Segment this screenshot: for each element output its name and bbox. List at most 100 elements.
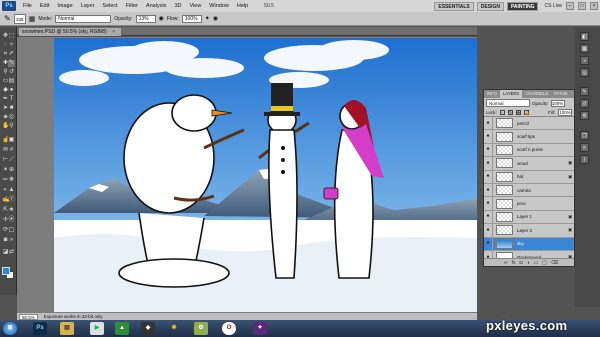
- brush-tool-icon[interactable]: ✎: [4, 14, 11, 23]
- zoom-level-readout[interactable]: 50.5: [264, 3, 274, 9]
- slice-tool-icon[interactable]: ⟋: [8, 157, 15, 164]
- maximize-icon[interactable]: □: [578, 2, 586, 10]
- new-layer-icon[interactable]: ▢: [542, 260, 547, 266]
- masks-panel-icon[interactable]: ◎: [580, 68, 589, 77]
- visibility-eye-icon[interactable]: ●: [484, 170, 493, 184]
- app-taskbar-icon[interactable]: ✦: [253, 322, 267, 335]
- fill-input[interactable]: 100%: [558, 108, 572, 116]
- workspace-painting[interactable]: PAINTING: [506, 1, 539, 11]
- lock-position-icon[interactable]: ✥: [515, 109, 521, 115]
- layer-row-pencil[interactable]: ● pencil: [484, 116, 574, 131]
- visibility-eye-icon[interactable]: ●: [484, 183, 493, 197]
- flow-input[interactable]: 100%: [181, 14, 202, 23]
- menu-analysis[interactable]: Analysis: [142, 3, 170, 9]
- layers-panel-icon[interactable]: ❐: [580, 131, 589, 140]
- quick-select-tool-icon[interactable]: ✧: [8, 42, 15, 49]
- photoshop-taskbar-icon[interactable]: Ps: [33, 322, 47, 335]
- link-layers-icon[interactable]: ∞: [504, 260, 508, 266]
- lock-all-icon[interactable]: 🔒: [523, 109, 530, 115]
- tab-paths[interactable]: PATHS: [551, 90, 570, 98]
- brush-size-picker[interactable]: 335: [13, 13, 26, 24]
- airbrush-icon[interactable]: ✦: [205, 15, 210, 22]
- tab-channels[interactable]: CHANNELS: [522, 90, 551, 98]
- opera-taskbar-icon[interactable]: O: [222, 322, 236, 335]
- layer-row-layer-1[interactable]: ● Layer 1 ▣: [484, 210, 574, 225]
- media-taskbar-icon[interactable]: ▶: [90, 322, 104, 335]
- blend-mode-select[interactable]: Normal: [486, 99, 530, 107]
- eyedropper-tool-icon[interactable]: ✐: [8, 51, 15, 58]
- layer-row-sky[interactable]: ● sky: [484, 237, 574, 251]
- menu-filter[interactable]: Filter: [122, 3, 142, 9]
- layer-row-hat[interactable]: ● hat ▣: [484, 170, 574, 184]
- workspace-essentials[interactable]: ESSENTIALS: [434, 1, 474, 11]
- visibility-eye-icon[interactable]: ●: [484, 223, 493, 237]
- history-panel-icon[interactable]: ↺: [580, 99, 589, 108]
- screen-mode-icon[interactable]: ▢: [8, 227, 15, 234]
- layer-row-carrots[interactable]: ● carrots: [484, 183, 574, 198]
- layer-row-scarf-n-purse[interactable]: ● scarf n purse: [484, 143, 574, 158]
- sponge-tool-icon[interactable]: ▣: [8, 137, 15, 144]
- explorer-taskbar-icon[interactable]: ▤: [60, 322, 74, 335]
- pressure-size-icon[interactable]: ◉: [213, 15, 218, 22]
- marquee-tool-icon[interactable]: ⬚: [8, 33, 15, 40]
- paths-panel-icon[interactable]: ⌇: [580, 155, 589, 164]
- document-tab[interactable]: snowmen.PSD @ 50.5% (sky, RGB/8) ×: [19, 28, 122, 36]
- custom-shape-tool-icon[interactable]: ★: [8, 207, 15, 214]
- visibility-eye-icon[interactable]: ●: [484, 156, 493, 170]
- brush-tool-icon[interactable]: ✎: [8, 60, 15, 67]
- visibility-eye-icon[interactable]: ●: [484, 210, 493, 224]
- tool-presets-panel-icon[interactable]: ⚙: [580, 111, 589, 120]
- foreground-color-swatch[interactable]: [2, 267, 10, 275]
- opacity-input[interactable]: 13%: [135, 14, 156, 23]
- 3d-orbit-tool-icon[interactable]: ◎: [8, 114, 15, 121]
- sharpen-tool-icon[interactable]: ▲: [8, 187, 15, 194]
- delete-layer-icon[interactable]: ⌫: [551, 260, 558, 266]
- close-icon[interactable]: ×: [112, 29, 115, 35]
- dodge-tool-icon[interactable]: ●: [8, 87, 15, 94]
- menu-help[interactable]: Help: [233, 3, 252, 9]
- layer-row-wood[interactable]: ● wood ▣: [484, 156, 574, 171]
- new-group-icon[interactable]: ▭: [534, 260, 539, 266]
- cs-live-button[interactable]: CS Live: [544, 3, 562, 9]
- gradient-tool-icon[interactable]: ▤: [8, 78, 15, 85]
- menu-view[interactable]: View: [185, 3, 205, 9]
- tools-taskbar-icon[interactable]: ⚙: [194, 322, 208, 335]
- brush-panel-icon[interactable]: ▦: [29, 15, 36, 23]
- menu-3d[interactable]: 3D: [170, 3, 185, 9]
- menu-select[interactable]: Select: [98, 3, 121, 9]
- visibility-eye-icon[interactable]: ●: [484, 197, 493, 211]
- layer-row-scarf-tips[interactable]: ● scarf tips: [484, 130, 574, 144]
- brush-presets-panel-icon[interactable]: ✎: [580, 87, 589, 96]
- layer-opacity-input[interactable]: 100%: [550, 99, 565, 107]
- color-panel-icon[interactable]: ◧: [580, 32, 589, 41]
- start-button-icon[interactable]: ⊞: [3, 322, 17, 335]
- artwork-canvas[interactable]: [54, 38, 477, 312]
- close-icon[interactable]: ×: [590, 2, 598, 10]
- shape-tool-icon[interactable]: ■: [8, 105, 15, 112]
- add-mask-icon[interactable]: ◘: [519, 260, 522, 266]
- lock-pixels-icon[interactable]: ✎: [507, 109, 513, 115]
- inkscape-taskbar-icon[interactable]: ◆: [141, 322, 155, 335]
- layer-row-layer-2[interactable]: ● Layer 2 ▣: [484, 223, 574, 238]
- pressure-opacity-icon[interactable]: ◉: [159, 15, 164, 22]
- minimize-icon[interactable]: –: [566, 2, 574, 10]
- menu-image[interactable]: Image: [53, 3, 76, 9]
- lock-transparency-icon[interactable]: ▫: [499, 109, 505, 115]
- 3d-camera-tool-icon[interactable]: ⦿: [8, 217, 15, 224]
- workspace-design[interactable]: DESIGN: [476, 1, 504, 11]
- menu-layer[interactable]: Layer: [77, 3, 99, 9]
- visibility-eye-icon[interactable]: ●: [484, 116, 493, 130]
- layer-style-icon[interactable]: fx: [512, 260, 516, 266]
- menu-window[interactable]: Window: [205, 3, 233, 9]
- menu-edit[interactable]: Edit: [36, 3, 53, 9]
- tab-layers[interactable]: LAYERS: [500, 90, 523, 98]
- type-tool-icon[interactable]: T: [8, 96, 15, 103]
- status-zoom-field[interactable]: 50.5%: [19, 313, 38, 320]
- color-sampler-tool-icon[interactable]: ⊕: [8, 167, 15, 174]
- visibility-eye-icon[interactable]: ●: [484, 237, 493, 251]
- vertical-type-tool-icon[interactable]: Ⓣ: [8, 197, 15, 204]
- visibility-eye-icon[interactable]: ●: [484, 143, 493, 157]
- swap-colors-icon[interactable]: ⇄: [8, 249, 15, 256]
- canvas-area[interactable]: [17, 37, 477, 313]
- layer-row-prov[interactable]: ● prov: [484, 197, 574, 211]
